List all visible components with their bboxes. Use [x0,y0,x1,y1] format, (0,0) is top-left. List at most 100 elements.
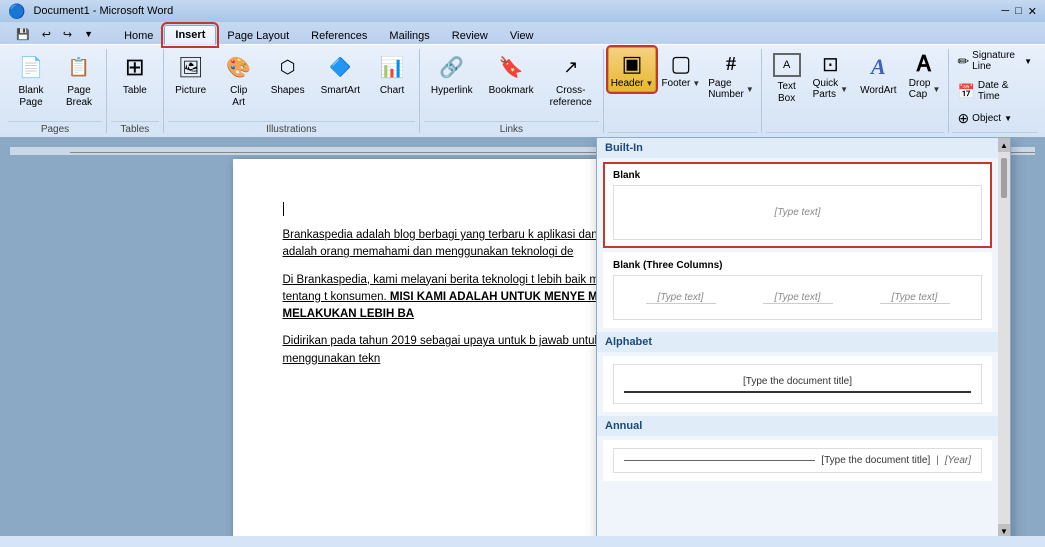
title-bar: 🔵 Document1 - Microsoft Word ─ □ ✕ [0,0,1045,22]
signature-line-button[interactable]: ✏ Signature Line ▼ [952,47,1037,75]
scroll-thumb[interactable] [1001,158,1007,198]
table-button[interactable]: ⊞ Table [111,47,159,101]
minimize-btn[interactable]: ─ [1001,5,1009,18]
object-arrow: ▼ [1004,114,1012,123]
links-group: 🔗 Hyperlink 🔖 Bookmark ↗ Cross-reference… [420,47,603,135]
tab-references[interactable]: References [300,26,378,45]
text-box-button[interactable]: A TextBox [766,47,808,109]
alphabet-preview-text: [Type the document title] [743,376,852,387]
page-break-button[interactable]: 📋 PageBreak [56,47,102,113]
tables-group-label: Tables [111,121,159,135]
wordart-button[interactable]: A WordArt [853,47,904,101]
picture-button[interactable]: 🖼 Picture [168,47,214,101]
customize-qa-btn[interactable]: ▼ [80,27,97,41]
tables-group: ⊞ Table Tables [107,47,163,135]
blank-page-icon: 📄 [15,51,47,83]
wordart-icon: A [862,51,894,83]
tab-review[interactable]: Review [441,26,499,45]
tab-view[interactable]: View [499,26,545,45]
picture-icon: 🖼 [175,51,207,83]
close-btn[interactable]: ✕ [1028,5,1037,18]
drop-cap-button[interactable]: Ꭺ DropCap ▼ [906,47,944,103]
smartart-button[interactable]: 🔷 SmartArt [314,47,367,101]
header-footer-group: ▣ Header ▼ ▢ Footer ▼ # PageNumber ▼ [604,47,761,135]
annual-separator: | [936,455,939,466]
signature-group-label [952,132,1037,135]
header-button[interactable]: ▣ Header ▼ [608,47,657,92]
bookmark-icon: 🔖 [495,51,527,83]
app-icon: 🔵 [8,3,25,20]
page-number-label: PageNumber [708,78,744,100]
dropdown-scrollbar[interactable]: ▲ ▼ [998,138,1010,536]
page-number-dropdown-arrow: ▼ [746,85,754,94]
window-controls: ─ □ ✕ [1001,5,1037,18]
scroll-up-arrow[interactable]: ▲ [998,138,1010,152]
signature-line-label: Signature Line [972,50,1021,72]
maximize-btn[interactable]: □ [1015,5,1022,18]
annual-preview: [Type the document title] | [Year] [613,448,982,473]
footer-dropdown-arrow: ▼ [692,79,700,88]
blank-three-columns-label: Blank (Three Columns) [613,260,982,271]
tab-home[interactable]: Home [113,26,164,45]
drop-cap-icon: Ꭺ [909,50,941,78]
table-icon: ⊞ [119,51,151,83]
header-icon: ▣ [616,50,648,78]
ribbon: 📄 BlankPage 📋 PageBreak Pages ⊞ Table Ta… [0,44,1045,137]
annual-header-option[interactable]: [Type the document title] | [Year] [603,440,992,481]
chart-label: Chart [380,85,404,97]
quick-access-toolbar: 💾 ↩ ↪ ▼ [4,24,105,44]
object-icon: ⊕ [957,110,969,127]
signature-line-icon: ✏ [957,53,969,70]
annual-left-line [624,460,815,461]
header-dropdown: ▲ ▼ Built-In Blank [Type text] Blank (Th… [596,137,1011,536]
quick-parts-button[interactable]: ⊡ QuickParts ▼ [810,47,851,103]
clip-art-button[interactable]: 🎨 ClipArt [216,47,262,113]
annual-preview-text: [Type the document title] [821,455,930,466]
page-number-button[interactable]: # PageNumber ▼ [705,47,757,103]
clip-art-icon: 🎨 [223,51,255,83]
tab-page-layout[interactable]: Page Layout [216,26,300,45]
quick-parts-label: QuickParts [813,78,839,100]
col2-text: [Type text] [763,292,833,304]
scroll-down-arrow[interactable]: ▼ [998,524,1010,536]
chart-icon: 📊 [376,51,408,83]
undo-btn[interactable]: ↩ [38,26,55,43]
header-footer-group-label [608,132,757,135]
blank-header-preview: [Type text] [613,185,982,240]
tab-mailings[interactable]: Mailings [378,26,440,45]
object-button[interactable]: ⊕ Object ▼ [952,107,1017,130]
wordart-label: WordArt [860,85,897,97]
save-btn[interactable]: 💾 [12,26,34,43]
chart-button[interactable]: 📊 Chart [369,47,415,101]
blank-page-button[interactable]: 📄 BlankPage [8,47,54,113]
footer-button[interactable]: ▢ Footer ▼ [658,47,703,92]
hyperlink-button[interactable]: 🔗 Hyperlink [424,47,480,101]
shapes-icon: ⬡ [272,51,304,83]
hyperlink-label: Hyperlink [431,85,473,97]
tabs-row: 💾 ↩ ↪ ▼ Home Insert Page Layout Referenc… [0,22,1045,44]
shapes-button[interactable]: ⬡ Shapes [264,47,312,101]
shapes-label: Shapes [271,85,305,97]
drop-cap-dropdown-arrow: ▼ [932,85,940,94]
date-time-button[interactable]: 📅 Date & Time [952,77,1037,105]
cross-reference-button[interactable]: ↗ Cross-reference [543,47,599,113]
blank-page-label: BlankPage [18,85,43,109]
hyperlink-icon: 🔗 [436,51,468,83]
date-time-label: Date & Time [978,80,1032,102]
bookmark-label: Bookmark [489,85,534,97]
text-group: A TextBox ⊡ QuickParts ▼ A WordArt Ꭺ Dro… [762,47,948,135]
redo-btn[interactable]: ↪ [59,26,76,43]
alphabet-header-option[interactable]: [Type the document title] [603,356,992,412]
main-area: Brankaspedia adalah blog berbagi yang te… [0,137,1045,536]
quick-parts-dropdown-arrow: ▼ [840,85,848,94]
builtin-section-title: Built-In [597,138,998,158]
smartart-label: SmartArt [321,85,360,97]
bookmark-button[interactable]: 🔖 Bookmark [482,47,541,101]
footer-label: Footer [661,78,690,89]
blank-header-option[interactable]: Blank [Type text] [603,162,992,248]
blank-three-columns-option[interactable]: Blank (Three Columns) [Type text] [Type … [603,252,992,328]
tab-insert[interactable]: Insert [164,25,216,45]
annual-year-text: [Year] [945,455,971,466]
blank-header-label: Blank [613,170,982,181]
illustrations-group-label: Illustrations [168,121,415,135]
